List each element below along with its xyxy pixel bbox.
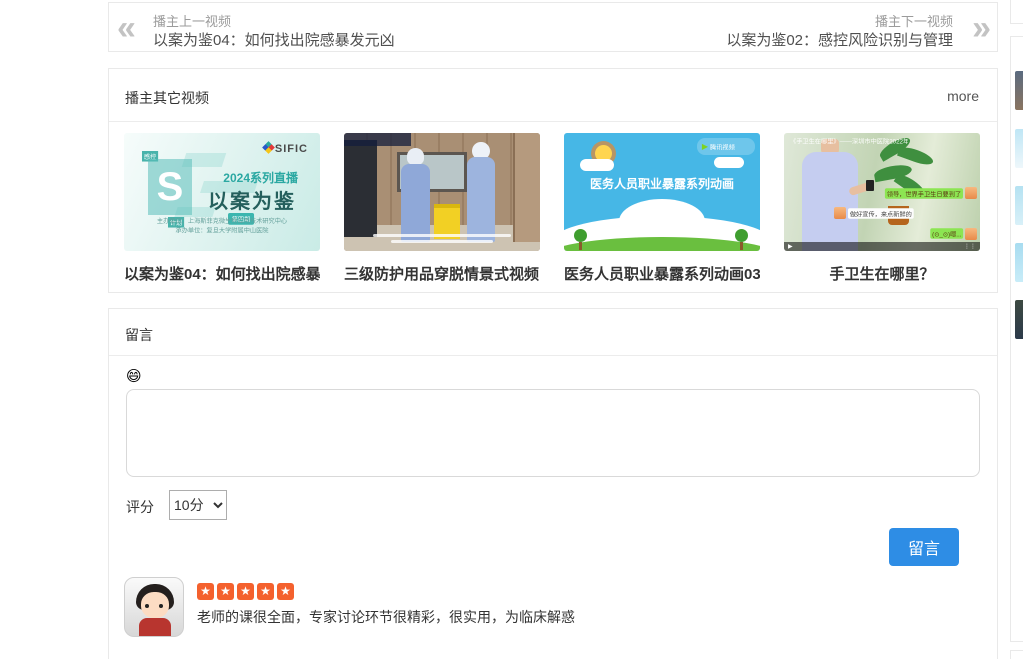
- comments-header: 留言: [109, 309, 997, 356]
- thumb2-cabinet: [344, 140, 377, 237]
- thumb2-person1-gown: [401, 164, 430, 242]
- video-thumbnail-cartoon[interactable]: ▶腾讯视频 医务人员职业暴露系列动画 预防篇: [564, 133, 760, 251]
- chat-bubble: (⊙_⊙)嗯...: [930, 228, 963, 239]
- avatar-eye: [145, 604, 149, 608]
- sidebar-video-thumb[interactable]: [1015, 300, 1023, 339]
- thumb1-s-letter: S: [148, 159, 192, 215]
- other-videos-header: 播主其它视频 more: [109, 69, 997, 122]
- chat-avatar: [965, 187, 977, 199]
- chat-bubble: 领导，世界手卫生日要到了: [885, 188, 963, 199]
- star-icon: ★: [217, 583, 234, 600]
- rating-select[interactable]: 10分: [169, 490, 227, 520]
- tree-trunk: [740, 242, 743, 250]
- star-icon: ★: [197, 583, 214, 600]
- plant-leaf: [897, 144, 935, 168]
- star-icon: ★: [277, 583, 294, 600]
- tree-trunk: [579, 242, 582, 250]
- prev-video-title[interactable]: 以案为鉴04：如何找出院感暴发元凶: [153, 29, 395, 50]
- comments-panel: 留言 😄 评分 10分 留言 ★ ★ ★ ★ ★ 老师的课很全面，专家讨论环节很…: [108, 308, 998, 659]
- chat-row: 领导，世界手卫生日要到了: [837, 185, 977, 202]
- review-text: 老师的课很全面，专家讨论环节很精彩，很实用，为临床解惑: [197, 607, 575, 627]
- star-icon: ★: [237, 583, 254, 600]
- other-videos-title: 播主其它视频: [125, 88, 209, 108]
- comment-input[interactable]: [126, 389, 980, 477]
- video-title[interactable]: 医务人员职业暴露系列动画03...: [564, 263, 760, 284]
- video-thumbnail-handwash[interactable]: 《手卫生在哪里》——深圳市中医院2022年世界手卫生日宣传片 领导，世界手卫生日…: [784, 133, 980, 251]
- video-card[interactable]: 感控 S 计划 SIFIC 2024系列直播 以案为鉴 第四期 主办单位：上海斯…: [124, 133, 320, 284]
- thumb2-subtitle-line: [373, 234, 510, 237]
- prev-video-label: 播主上一视频: [153, 11, 231, 30]
- sidebar-video-thumb[interactable]: [1015, 243, 1023, 282]
- reviewer-avatar: [124, 577, 184, 637]
- thumb2-door: [513, 133, 540, 242]
- sific-diamond-icon: [262, 141, 275, 154]
- play-icon: ▶: [702, 142, 708, 151]
- video-title[interactable]: 三级防护用品穿脱情景式视频...: [344, 263, 540, 284]
- chat-row: 做好宣传，来点新鲜的: [834, 205, 954, 222]
- tree-icon: [574, 229, 587, 242]
- submit-comment-button[interactable]: 留言: [889, 528, 959, 566]
- thumb1-main-title: 以案为鉴: [208, 185, 296, 214]
- other-videos-panel: 播主其它视频 more 感控 S 计划 SIFIC 2024系列直播 以案为鉴 …: [108, 68, 998, 293]
- avatar-shirt: [139, 618, 171, 637]
- more-link[interactable]: more: [947, 88, 979, 104]
- next-video-icon[interactable]: »: [972, 7, 991, 49]
- sidebar-video-thumb[interactable]: [1015, 186, 1023, 225]
- video-title[interactable]: 以案为鉴04：如何找出院感暴...: [124, 263, 320, 284]
- video-card[interactable]: ▶腾讯视频 医务人员职业暴露系列动画 预防篇 医务人员职业暴露系列动画03...: [564, 133, 760, 284]
- thumb2-logo-banner: [344, 133, 411, 146]
- chat-avatar: [834, 207, 846, 219]
- thumb2-person2-gown: [467, 157, 494, 242]
- chat-bubble: 做好宣传，来点新鲜的: [848, 208, 914, 219]
- player-menu-icon[interactable]: ⋮⋮: [964, 243, 976, 250]
- video-title[interactable]: 手卫生在哪里？: [784, 263, 980, 284]
- chat-row: (⊙_⊙)嗯...: [910, 225, 977, 242]
- video-thumbnail-sific[interactable]: 感控 S 计划 SIFIC 2024系列直播 以案为鉴 第四期 主办单位：上海斯…: [124, 133, 320, 251]
- emoji-picker-icon[interactable]: 😄: [126, 367, 142, 385]
- thumb2-person1-head: [407, 148, 425, 165]
- sidebar-video-thumb[interactable]: [1015, 129, 1023, 168]
- prev-video-icon[interactable]: «: [117, 7, 136, 49]
- video-thumbnail-ppe[interactable]: [344, 133, 540, 251]
- chat-avatar: [965, 228, 977, 240]
- prev-next-bar: « 播主上一视频 以案为鉴04：如何找出院感暴发元凶 播主下一视频 以案为鉴02…: [108, 2, 998, 52]
- review-stars: ★ ★ ★ ★ ★: [197, 583, 294, 600]
- cloud-icon: [580, 159, 614, 171]
- sidebar-bottom-panel: [1010, 650, 1023, 659]
- next-video-title[interactable]: 以案为鉴02：感控风险识别与管理: [726, 29, 953, 50]
- video-card[interactable]: 《手卫生在哪里》——深圳市中医院2022年世界手卫生日宣传片 领导，世界手卫生日…: [784, 133, 980, 284]
- avatar-eye: [159, 604, 163, 608]
- thumb1-organizers: 主办单位：上海斯菲克微生物应用技术研究中心承办单位：复旦大学附属中山医院: [129, 217, 315, 236]
- comments-title: 留言: [125, 325, 153, 345]
- sidebar-top-panel: [1010, 0, 1023, 24]
- video-player-bar[interactable]: ▶ ⋮⋮: [784, 242, 980, 251]
- sidebar-video-list-panel: [1010, 36, 1023, 642]
- next-video-label: 播主下一视频: [875, 11, 953, 30]
- tencent-video-logo: ▶腾讯视频: [697, 138, 755, 155]
- thumb3-main-title: 医务人员职业暴露系列动画: [564, 175, 760, 192]
- play-icon[interactable]: ▶: [788, 243, 793, 250]
- sific-logo: SIFIC: [264, 143, 308, 155]
- video-card[interactable]: 三级防护用品穿脱情景式视频...: [344, 133, 540, 284]
- thumb2-subtitle-line: [391, 240, 493, 243]
- thumb4-caption: 《手卫生在哪里》——深圳市中医院2022年世界手卫生日宣传片: [790, 136, 908, 145]
- rating-label: 评分: [126, 497, 154, 517]
- thumb1-series-line: 2024系列直播: [223, 169, 298, 186]
- sidebar-video-thumb[interactable]: [1015, 71, 1023, 110]
- tree-icon: [735, 229, 748, 242]
- star-icon: ★: [257, 583, 274, 600]
- cloud-icon: [714, 157, 744, 168]
